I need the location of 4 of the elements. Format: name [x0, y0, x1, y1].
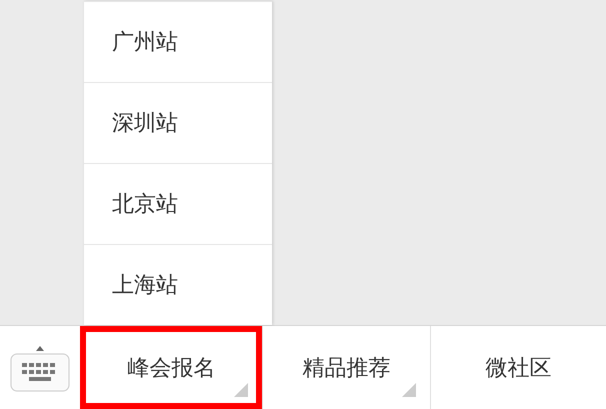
menu-tab[interactable]: 峰会报名: [80, 326, 262, 409]
menu-item[interactable]: 深圳站: [84, 82, 272, 163]
menu-item[interactable]: 广州站: [84, 1, 272, 82]
menu-item[interactable]: 北京站: [84, 163, 272, 244]
